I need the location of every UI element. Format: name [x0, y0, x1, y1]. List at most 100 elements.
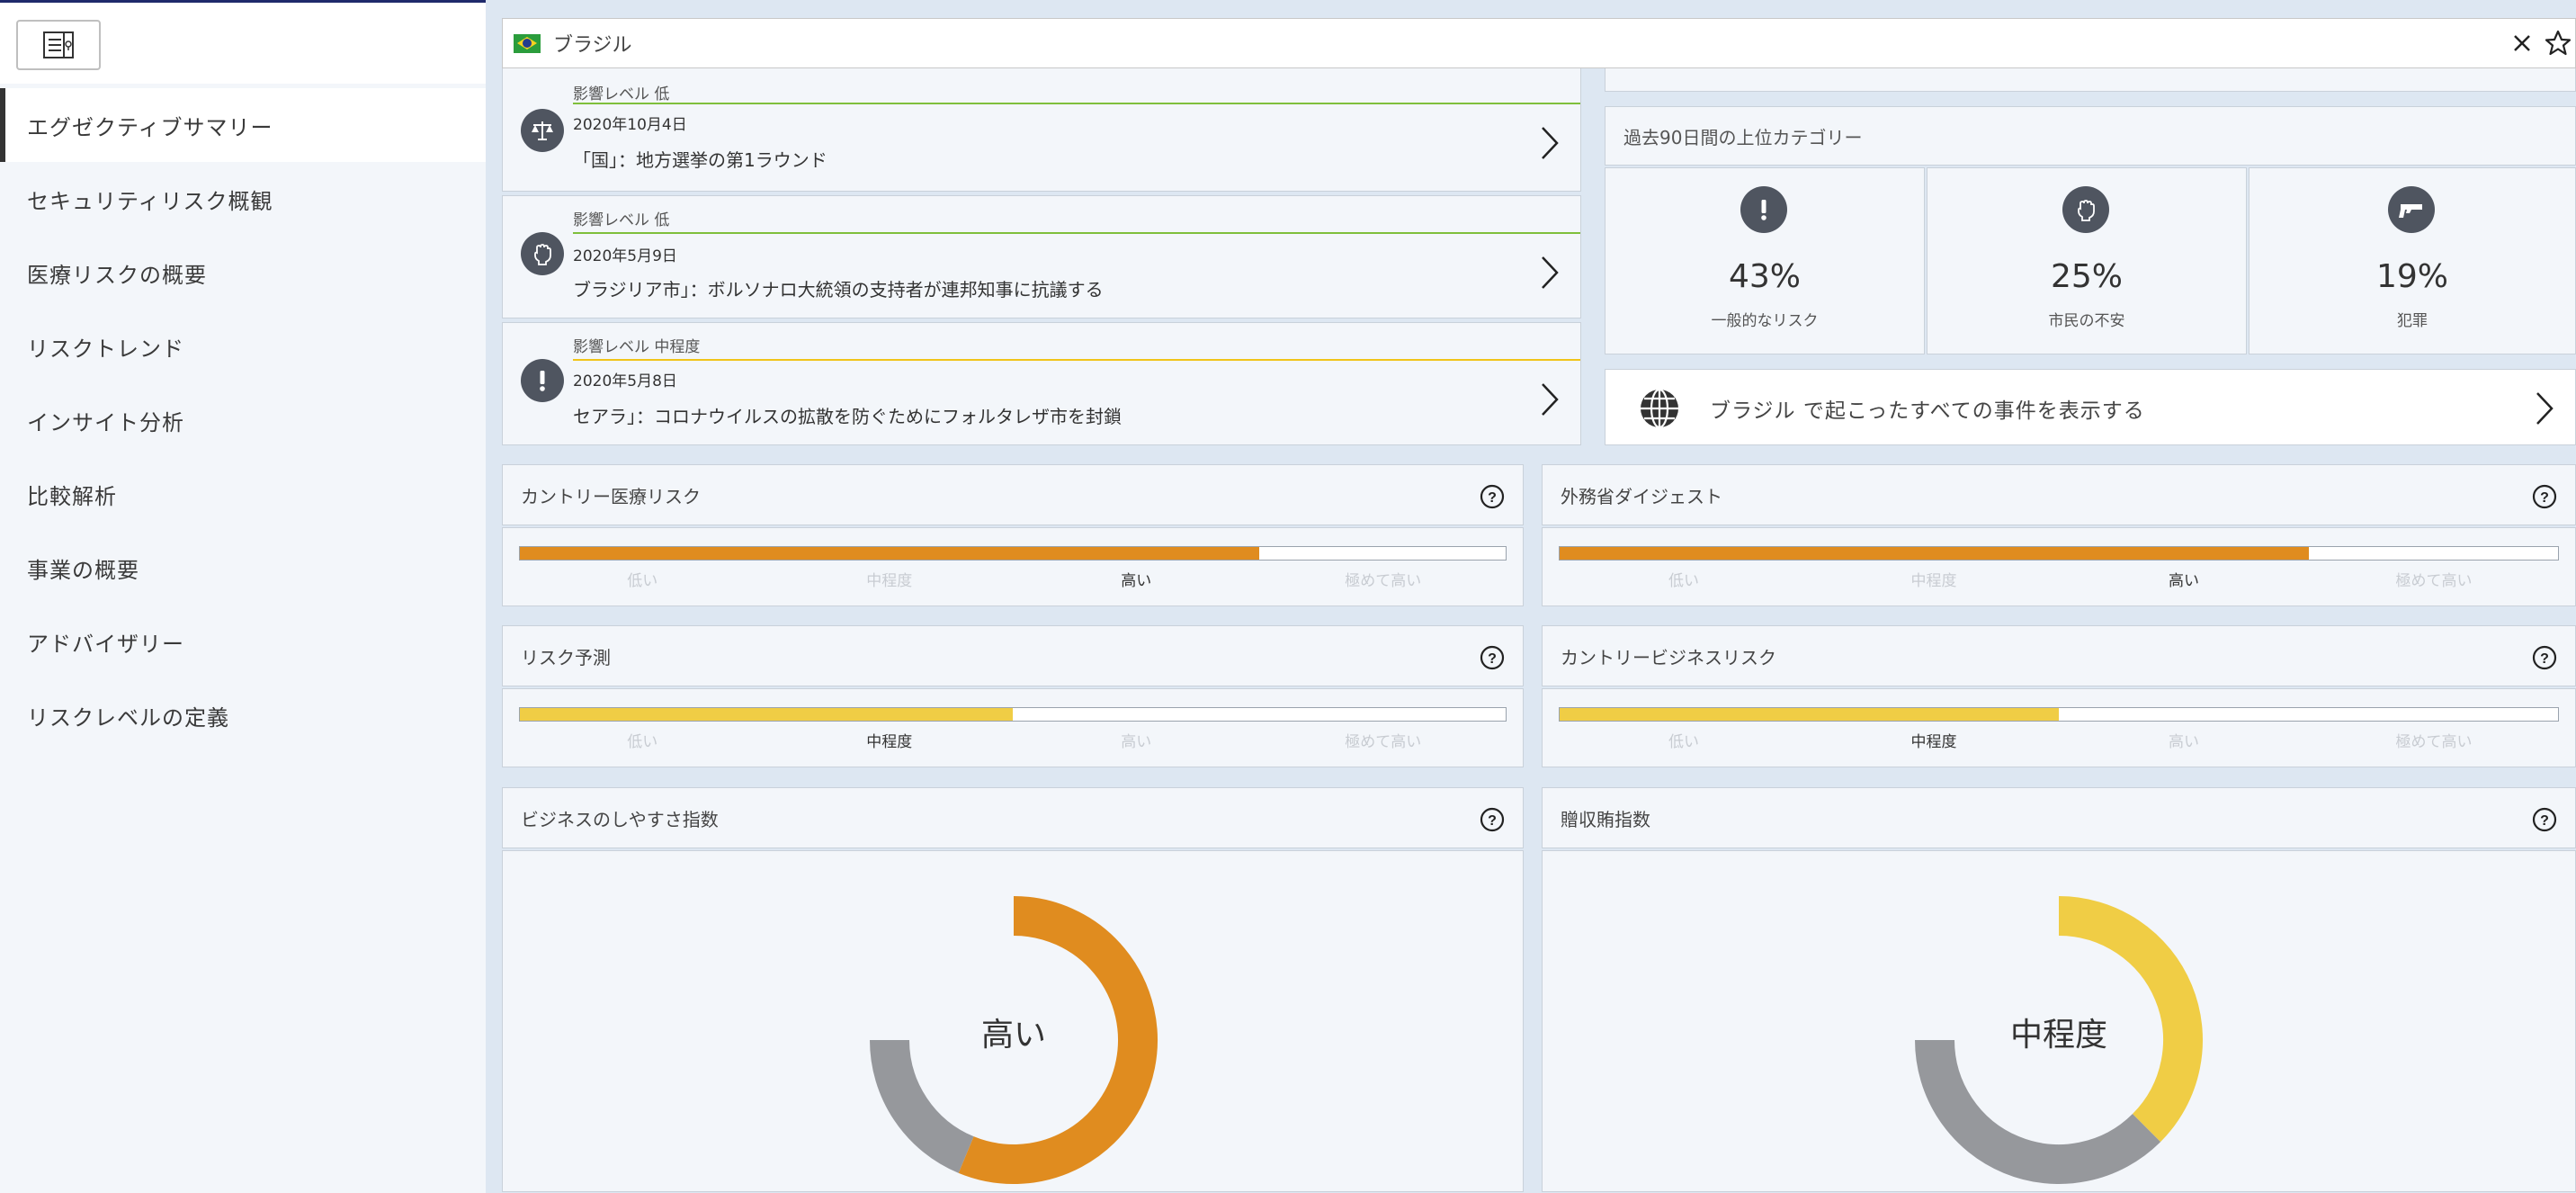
- donut-center-label: 中程度: [2010, 1017, 2107, 1054]
- help-icon[interactable]: ?: [1480, 807, 1505, 832]
- category-label: 犯罪: [2397, 312, 2428, 330]
- help-icon[interactable]: ?: [2532, 645, 2557, 670]
- event-card[interactable]: 影響レベル 低 2020年10月4日 「国」：地方選挙の第1ラウンド: [502, 68, 1581, 192]
- help-icon[interactable]: ?: [1480, 484, 1505, 509]
- sidebar-item-advisory[interactable]: アドバイザリー: [0, 605, 486, 678]
- scale-label: 中程度: [1910, 572, 1957, 590]
- view-all-events-label: ブラジル で起こったすべての事件を表示する: [1710, 399, 2145, 423]
- scale-label: 低い: [627, 733, 658, 751]
- close-icon: [2514, 35, 2530, 51]
- svg-text:?: ?: [2540, 813, 2549, 829]
- medical-risk-header: カントリー医療リスク ?: [502, 464, 1524, 525]
- gun-icon: [2388, 186, 2435, 233]
- event-card[interactable]: 影響レベル 中程度 2020年5月8日 セアラ」：コロナウイルスの拡散を防ぐため…: [502, 322, 1581, 445]
- risk-forecast-header: リスク予測 ?: [502, 625, 1524, 686]
- event-card[interactable]: 影響レベル 低 2020年5月9日 ブラジリア市」：ボルソナロ大統領の支持者が連…: [502, 195, 1581, 318]
- country-search-bar[interactable]: ブラジル: [502, 18, 2576, 68]
- impact-level-line: [573, 103, 1580, 104]
- svg-text:?: ?: [1488, 651, 1497, 667]
- scale-label: 極めて高い: [2395, 733, 2473, 751]
- scale-label: 中程度: [1910, 733, 1957, 751]
- sidebar-item-risk-level-definition[interactable]: リスクレベルの定義: [0, 678, 486, 752]
- view-all-events-button[interactable]: ブラジル で起こったすべての事件を表示する: [1605, 369, 2576, 445]
- bribery-index-chart-panel: 中程度: [1542, 850, 2576, 1192]
- chevron-right-icon: [1542, 127, 1559, 159]
- exclamation-icon: [1740, 186, 1787, 233]
- sidebar-item-risk-trend[interactable]: リスクトレンド: [0, 309, 486, 383]
- donut-track: [1915, 1039, 2161, 1184]
- category-label: 市民の不安: [2048, 312, 2125, 330]
- chart-strip: [1605, 68, 2576, 92]
- donut-center-label: 高い: [981, 1017, 1046, 1054]
- ease-of-business-header: ビジネスのしやすさ指数 ?: [502, 787, 1524, 848]
- risk-level-bar: [1559, 707, 2559, 722]
- risk-scale-labels: 低い 中程度 高い 極めて高い: [1559, 729, 2559, 751]
- panel-title: リスク予測: [521, 646, 611, 668]
- event-date: 2020年5月8日: [573, 372, 677, 390]
- sidebar-item-medical-risk[interactable]: 医療リスクの概要: [0, 236, 486, 309]
- event-title: 「国」：地方選挙の第1ラウンド: [573, 149, 827, 171]
- help-icon[interactable]: ?: [1480, 645, 1505, 670]
- menu-toggle-button[interactable]: [16, 20, 101, 70]
- globe-icon: [1641, 388, 1678, 429]
- panel-title: カントリー医療リスク: [521, 485, 701, 507]
- risk-level-bar-fill: [520, 547, 1259, 560]
- event-impact-level: 影響レベル 低: [573, 211, 670, 229]
- scale-label: 中程度: [866, 733, 913, 751]
- category-percentage: 19%: [2375, 258, 2448, 295]
- category-card[interactable]: 19% 犯罪: [2249, 167, 2576, 354]
- risk-level-bar: [1559, 546, 2559, 561]
- exclamation-icon: [521, 359, 564, 402]
- event-title: セアラ」：コロナウイルスの拡散を防ぐためにフォルタレザ市を封鎖: [573, 406, 1122, 427]
- sidebar: エグゼクティブサマリー セキュリティリスク概観 医療リスクの概要 リスクトレンド…: [0, 3, 486, 1193]
- category-label: 一般的なリスク: [1711, 312, 1819, 330]
- risk-scale-labels: 低い 中程度 高い 極めて高い: [519, 729, 1507, 751]
- scale-label: 極めて高い: [2395, 572, 2473, 590]
- mofa-digest-header: 外務省ダイジェスト ?: [1542, 464, 2576, 525]
- mofa-digest-bar-panel: 低い 中程度 高い 極めて高い: [1542, 527, 2576, 606]
- scale-label: 極めて高い: [1345, 572, 1422, 590]
- scale-label: 高い: [1121, 733, 1152, 751]
- panel-title: 外務省ダイジェスト: [1561, 485, 1722, 507]
- star-icon: [2545, 30, 2572, 56]
- risk-level-bar-fill: [1560, 708, 2059, 721]
- sidebar-nav: エグゼクティブサマリー セキュリティリスク概観 医療リスクの概要 リスクトレンド…: [0, 88, 486, 752]
- sidebar-item-security-risk[interactable]: セキュリティリスク概観: [0, 162, 486, 236]
- main-content: ブラジル 影響レベル 低 2020年10月4日 「国」：地方選挙の第1ラウンド …: [486, 0, 2576, 1193]
- impact-level-line: [573, 359, 1580, 361]
- risk-level-bar-fill: [520, 708, 1013, 721]
- scale-label: 低い: [627, 572, 658, 590]
- svg-text:?: ?: [1488, 813, 1497, 829]
- chevron-right-icon: [2536, 392, 2554, 425]
- scales-icon: [521, 109, 564, 152]
- sidebar-item-insight[interactable]: インサイト分析: [0, 383, 486, 457]
- sidebar-item-comparison[interactable]: 比較解析: [0, 457, 486, 531]
- category-card[interactable]: 43% 一般的なリスク: [1605, 167, 1925, 354]
- scale-label: 高い: [1121, 572, 1152, 590]
- brazil-flag-icon: [514, 33, 541, 53]
- scale-label: 中程度: [866, 572, 913, 590]
- risk-scale-labels: 低い 中程度 高い 極めて高い: [519, 568, 1507, 590]
- chevron-right-icon: [1542, 383, 1559, 416]
- event-date: 2020年5月9日: [573, 247, 677, 265]
- sidebar-item-business-overview[interactable]: 事業の概要: [0, 531, 486, 605]
- scale-label: 極めて高い: [1345, 733, 1422, 751]
- sidebar-header: [0, 3, 486, 84]
- help-icon[interactable]: ?: [2532, 484, 2557, 509]
- category-percentage: 43%: [1728, 258, 1801, 295]
- favorite-button[interactable]: [2543, 28, 2573, 58]
- top-categories-header: 過去90日間の上位カテゴリー: [1605, 106, 2576, 166]
- close-button[interactable]: [2507, 28, 2537, 58]
- svg-text:?: ?: [2540, 490, 2549, 506]
- chevron-right-icon: [1542, 256, 1559, 289]
- risk-level-bar: [519, 707, 1507, 722]
- category-card[interactable]: 25% 市民の不安: [1927, 167, 2247, 354]
- help-icon[interactable]: ?: [2532, 807, 2557, 832]
- sidebar-item-executive-summary[interactable]: エグゼクティブサマリー: [0, 88, 486, 162]
- risk-level-bar: [519, 546, 1507, 561]
- impact-level-line: [573, 232, 1580, 234]
- business-risk-bar-panel: 低い 中程度 高い 極めて高い: [1542, 688, 2576, 767]
- panel-title: 贈収賄指数: [1561, 808, 1650, 830]
- bribery-index-header: 贈収賄指数 ?: [1542, 787, 2576, 848]
- panel-title: ビジネスのしやすさ指数: [521, 808, 719, 830]
